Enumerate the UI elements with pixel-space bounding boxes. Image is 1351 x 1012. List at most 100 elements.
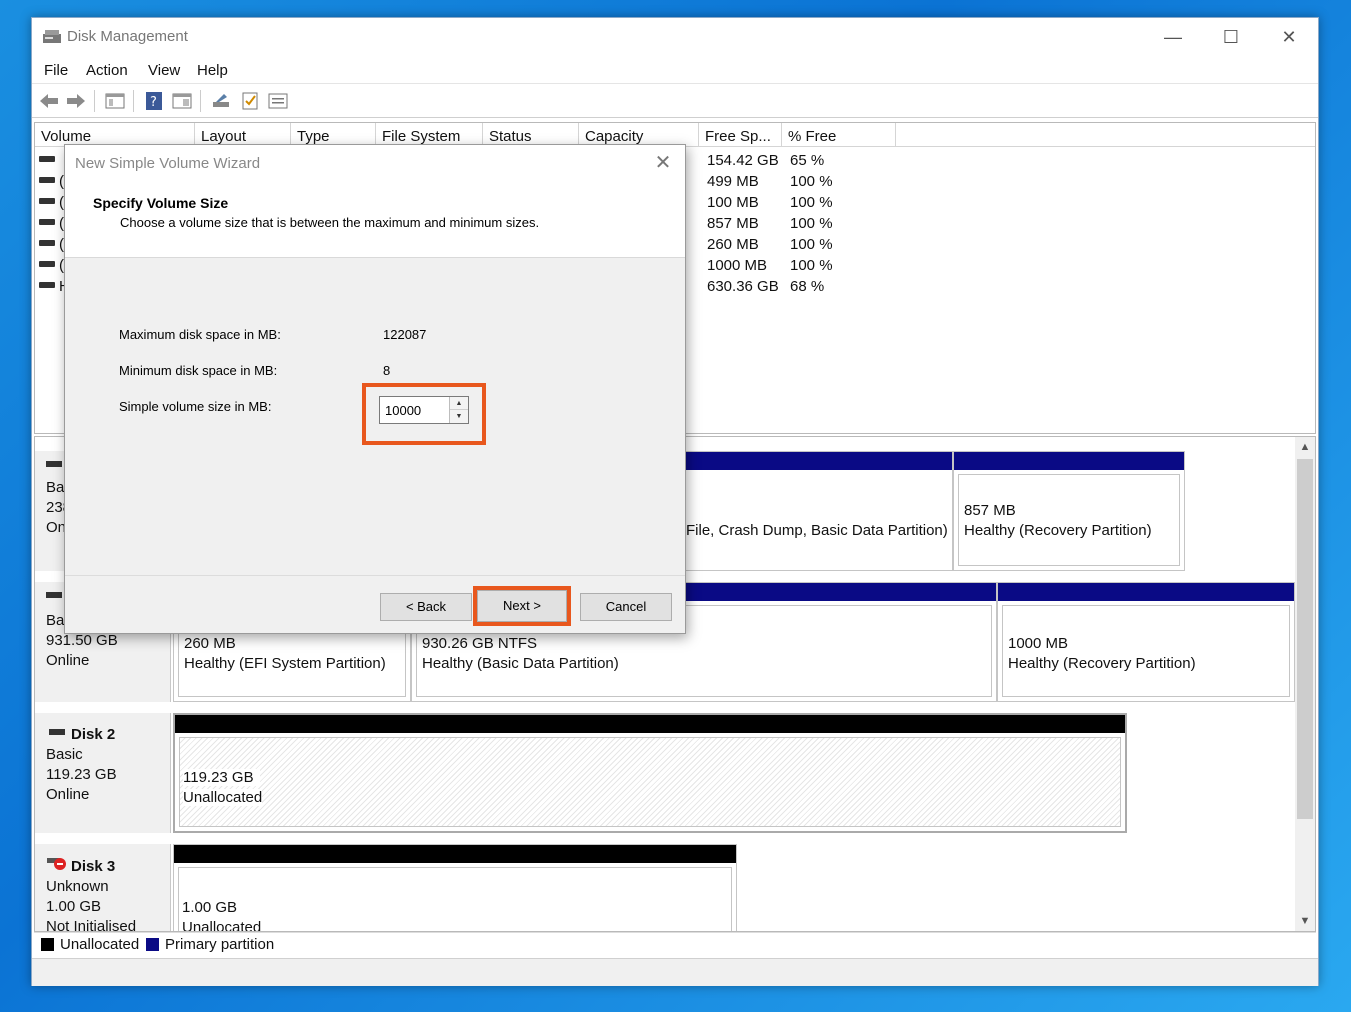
drive-icon (39, 240, 55, 246)
partition-status: Healthy (Recovery Partition) (1008, 655, 1196, 672)
max-size-value: 122087 (383, 327, 427, 342)
wizard-close-icon[interactable]: ✕ (651, 151, 675, 175)
disk-1-size: 931.50 GB (46, 632, 118, 649)
back-arrow-icon[interactable] (38, 90, 60, 112)
disk-2-size: 119.23 GB (46, 766, 117, 783)
wizard-footer-divider (65, 575, 685, 576)
partition-size: 930.26 GB NTFS (422, 635, 538, 652)
unallocated-bar (175, 715, 1125, 733)
next-button[interactable]: Next > (477, 590, 567, 622)
legend-primary-swatch (146, 938, 159, 951)
drive-icon (39, 282, 55, 288)
toolbar-separator (200, 90, 201, 112)
partition-size: 119.23 GB (183, 769, 260, 786)
disk-icon (49, 729, 65, 735)
volume-size-input[interactable] (380, 397, 448, 423)
max-size-label: Maximum disk space in MB: (119, 327, 281, 342)
partition-disk2-unallocated[interactable]: 119.23 GB Unallocated (173, 713, 1127, 833)
maximize-button[interactable]: ☐ (1202, 22, 1260, 52)
percent-free: 65 % (790, 152, 825, 169)
partition-size: 260 MB (184, 635, 236, 652)
disk-2-type: Basic (46, 746, 83, 763)
partition-status: Unallocated (183, 789, 263, 806)
check-icon[interactable] (239, 90, 261, 112)
new-simple-volume-wizard: New Simple Volume Wizard ✕ Specify Volum… (64, 144, 686, 634)
free-space: 1000 MB (707, 257, 768, 274)
drive-icon (39, 177, 55, 183)
disk-icon (46, 461, 62, 467)
volume-size-label: Simple volume size in MB: (119, 399, 272, 414)
close-button[interactable]: ✕ (1260, 22, 1318, 52)
percent-free: 100 % (790, 173, 833, 190)
toolbar-separator (94, 90, 95, 112)
forward-arrow-icon[interactable] (65, 90, 87, 112)
min-size-label: Minimum disk space in MB: (119, 363, 278, 378)
disk-management-app-icon (43, 30, 61, 43)
percent-free: 100 % (790, 194, 833, 211)
disk-3-status: Not Initialised (46, 918, 137, 932)
drive-icon (39, 198, 55, 204)
wizard-subheading: Choose a volume size that is between the… (120, 215, 540, 230)
drive-icon (39, 156, 55, 162)
menu-help[interactable]: Help (197, 62, 228, 79)
legend-unallocated-label: Unallocated (60, 936, 140, 953)
menu-file[interactable]: File (44, 62, 68, 79)
percent-free: 100 % (790, 215, 833, 232)
partition-size: 1.00 GB (182, 899, 238, 916)
partition-size: 857 MB (964, 502, 1016, 519)
wizard-header: New Simple Volume Wizard ✕ Specify Volum… (65, 145, 685, 258)
stepper-up-icon[interactable]: ▲ (450, 397, 468, 410)
partition-disk0-recovery[interactable]: 857 MB Healthy (Recovery Partition) (953, 451, 1185, 571)
stepper-down-icon[interactable]: ▼ (450, 410, 468, 423)
partition-status: Healthy (Recovery Partition) (964, 522, 1152, 539)
connect-icon[interactable] (210, 90, 232, 112)
min-size-value: 8 (383, 363, 391, 378)
drive-icon (39, 219, 55, 225)
scroll-up-icon[interactable]: ▲ (1295, 441, 1315, 453)
free-space: 154.42 GB (707, 152, 779, 169)
scroll-down-icon[interactable]: ▼ (1295, 915, 1315, 927)
menu-bar: File Action View Help (32, 56, 1318, 84)
disk-3-type: Unknown (46, 878, 109, 895)
properties-icon[interactable] (171, 90, 193, 112)
wizard-heading: Specify Volume Size (93, 195, 229, 211)
title-bar[interactable]: Disk Management — ☐ ✕ (32, 18, 1318, 56)
minimize-icon: — (1164, 26, 1182, 47)
free-space: 100 MB (707, 194, 759, 211)
minimize-button[interactable]: — (1144, 22, 1202, 52)
disk-3-name: Disk 3 (71, 858, 116, 875)
graph-scrollbar[interactable]: ▲ ▼ (1295, 437, 1315, 931)
window-title: Disk Management (67, 28, 188, 45)
primary-partition-bar (686, 452, 952, 470)
disk-3-label[interactable]: Disk 3 Unknown 1.00 GB Not Initialised (35, 844, 171, 932)
volume-size-stepper[interactable]: ▲ ▼ (379, 396, 469, 424)
close-icon: ✕ (1281, 26, 1297, 47)
partition-status: Unallocated (182, 919, 262, 932)
help-icon[interactable]: ? (143, 90, 165, 112)
primary-partition-bar (998, 583, 1294, 601)
list-view-icon[interactable] (267, 90, 289, 112)
partition-status: Healthy (Basic Data Partition) (422, 655, 619, 672)
partition-disk3-unallocated[interactable]: 1.00 GB Unallocated (173, 844, 737, 932)
percent-free: 100 % (790, 257, 833, 274)
column-percent-free[interactable]: % Free (782, 123, 896, 147)
partition-disk1-recovery[interactable]: 1000 MB Healthy (Recovery Partition) (997, 582, 1295, 702)
disk-3-size: 1.00 GB (46, 898, 102, 915)
column-free-space[interactable]: Free Sp... (699, 123, 782, 147)
free-space: 857 MB (707, 215, 759, 232)
menu-view[interactable]: View (148, 62, 180, 79)
drive-icon (39, 261, 55, 267)
partition-status: Healthy (EFI System Partition) (184, 655, 386, 672)
wizard-title: New Simple Volume Wizard (75, 155, 261, 172)
primary-partition-bar (954, 452, 1184, 470)
cancel-button[interactable]: Cancel (580, 593, 672, 621)
scroll-thumb[interactable] (1297, 459, 1313, 819)
console-tree-icon[interactable] (104, 90, 126, 112)
disk-2-name: Disk 2 (71, 726, 116, 743)
free-space: 630.36 GB (707, 278, 779, 295)
partition-disk0-data[interactable]: File, Crash Dump, Basic Data Partition) (685, 451, 953, 571)
menu-action[interactable]: Action (86, 62, 128, 79)
back-button[interactable]: < Back (380, 593, 472, 621)
legend: Unallocated Primary partition (34, 932, 1316, 956)
disk-2-label[interactable]: Disk 2 Basic 119.23 GB Online (35, 713, 171, 833)
